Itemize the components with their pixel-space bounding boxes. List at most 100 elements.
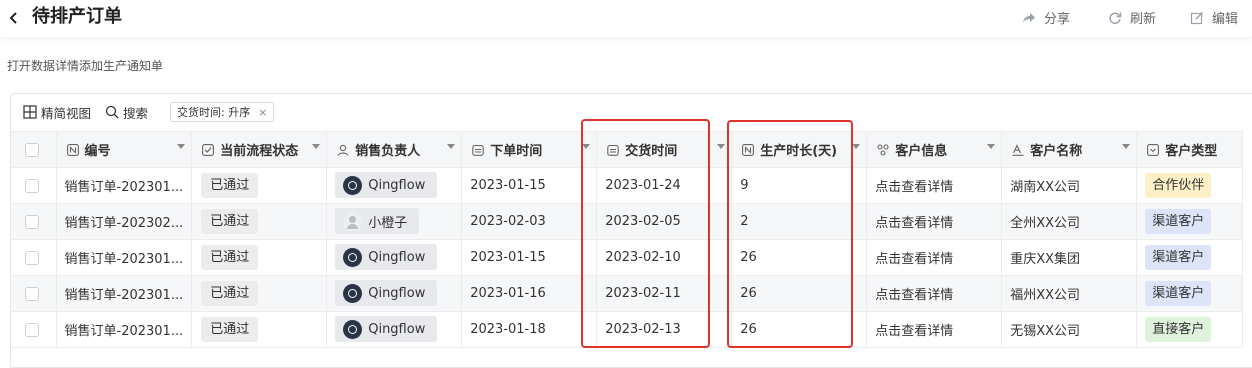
order-date: 2023-01-15	[470, 178, 546, 193]
row-checkbox[interactable]	[25, 250, 39, 265]
customer-name: 湖南XX公司	[1010, 180, 1081, 195]
order-id: 销售订单-202302...	[64, 216, 184, 231]
cell-customer-info: 点击查看详情	[866, 239, 1003, 276]
owner-chip[interactable]: Qingflow	[335, 244, 438, 271]
col-id-header[interactable]: 编号	[56, 131, 193, 168]
view-details-link[interactable]: 点击查看详情	[875, 216, 953, 231]
cell-id[interactable]: 销售订单-202301...	[56, 311, 193, 348]
customer-type-tag: 合作伙伴	[1145, 173, 1212, 198]
status-badge: 已通过	[201, 317, 259, 342]
edit-icon	[1190, 11, 1203, 24]
owner-chip[interactable]: Qingflow	[335, 280, 438, 307]
cell-id[interactable]: 销售订单-202301...	[56, 275, 193, 312]
header-cell-content: 交货时间	[607, 140, 726, 159]
production-duration: 26	[740, 286, 757, 301]
owner-name: Qingflow	[368, 177, 426, 193]
row-checkbox[interactable]	[25, 178, 39, 193]
cell-customer-name: 福州XX公司	[1001, 275, 1138, 312]
search-button[interactable]: 搜索	[105, 103, 148, 122]
calendar-icon	[607, 144, 619, 156]
cell-customer-type: 直接客户	[1136, 311, 1244, 348]
delivery-date: 2023-01-24	[605, 178, 681, 193]
table-row[interactable]: 销售订单-202301... 已通过 Qingflow 2023-01-15 2023-…	[11, 167, 1244, 204]
cell-customer-name: 湖南XX公司	[1001, 167, 1138, 204]
col-order-date-header[interactable]: 下单时间	[461, 131, 598, 168]
table-body: 销售订单-202301... 已通过 Qingflow 2023-01-15 2023-…	[11, 167, 1244, 348]
sort-tag-label: 交货时间: 升序	[177, 106, 251, 119]
row-select-cell	[11, 239, 57, 276]
row-checkbox[interactable]	[25, 286, 39, 301]
cell-customer-type: 渠道客户	[1136, 203, 1244, 240]
cell-duration: 26	[731, 239, 868, 276]
sort-dropdown-icon[interactable]	[177, 144, 186, 149]
view-details-link[interactable]: 点击查看详情	[875, 252, 953, 267]
col-delivery-date-header[interactable]: 交货时间	[596, 131, 733, 168]
cell-id[interactable]: 销售订单-202301...	[56, 239, 193, 276]
view-details-link[interactable]: 点击查看详情	[875, 324, 953, 339]
cell-status: 已通过	[191, 239, 328, 276]
order-date: 2023-01-18	[470, 322, 546, 337]
table-row[interactable]: 销售订单-202301... 已通过 Qingflow 2023-01-18 2023-…	[11, 311, 1244, 348]
view-details-link[interactable]: 点击查看详情	[875, 180, 953, 195]
cell-customer-info: 点击查看详情	[866, 311, 1003, 348]
search-icon	[105, 105, 119, 119]
edit-button[interactable]: 编辑	[1190, 8, 1250, 27]
delivery-date: 2023-02-13	[605, 322, 681, 337]
owner-chip[interactable]: 小橙子	[335, 208, 420, 235]
row-checkbox[interactable]	[25, 322, 39, 337]
cell-delivery-date: 2023-02-11	[596, 275, 733, 312]
cell-order-date: 2023-02-03	[461, 203, 598, 240]
header-cell-content: 客户名称	[1012, 140, 1131, 159]
cell-status: 已通过	[191, 311, 328, 348]
sort-dropdown-icon[interactable]	[987, 144, 996, 149]
col-customer-name-header[interactable]: 客户名称	[1001, 131, 1138, 168]
cell-id[interactable]: 销售订单-202301...	[56, 167, 193, 204]
cell-order-date: 2023-01-15	[461, 239, 598, 276]
col-customer-info-header[interactable]: 客户信息	[866, 131, 1003, 168]
col-status-header[interactable]: 当前流程状态	[191, 131, 328, 168]
cell-owner: Qingflow	[326, 167, 463, 204]
search-label: 搜索	[123, 105, 149, 121]
table-row[interactable]: 销售订单-202301... 已通过 Qingflow 2023-01-16 2023-…	[11, 275, 1244, 312]
row-checkbox[interactable]	[25, 214, 39, 229]
production-duration: 2	[740, 214, 749, 229]
share-icon	[1023, 12, 1035, 23]
close-icon[interactable]: ×	[258, 106, 267, 119]
compact-view-button[interactable]: 精简视图	[23, 103, 91, 122]
sort-dropdown-icon[interactable]	[312, 144, 321, 149]
share-button[interactable]: 分享	[1022, 8, 1082, 27]
sort-tag[interactable]: 交货时间: 升序 ×	[170, 102, 275, 122]
table-row[interactable]: 销售订单-202302... 已通过 小橙子 2023-02-03 2023-02-05…	[11, 203, 1244, 240]
owner-name: Qingflow	[368, 321, 426, 337]
customer-name: 福州XX公司	[1010, 288, 1081, 303]
header-label: 编号	[84, 144, 111, 159]
owner-chip[interactable]: Qingflow	[335, 172, 438, 199]
header-cell-content: 客户信息	[877, 140, 996, 159]
sort-dropdown-icon[interactable]	[717, 144, 726, 149]
view-details-link[interactable]: 点击查看详情	[875, 288, 953, 303]
delivery-date: 2023-02-05	[605, 214, 681, 229]
order-id: 销售订单-202301...	[64, 180, 184, 195]
cell-id[interactable]: 销售订单-202302...	[56, 203, 193, 240]
col-owner-header[interactable]: 销售负责人	[326, 131, 463, 168]
select-all-checkbox[interactable]	[25, 142, 39, 157]
number-icon	[742, 143, 755, 156]
sort-dropdown-icon[interactable]	[1122, 144, 1131, 149]
page-description: 打开数据详情添加生产通知单	[7, 59, 164, 73]
header-cell-content: 销售负责人	[337, 140, 456, 159]
header-cell-content: 下单时间	[472, 140, 591, 159]
refresh-icon	[1109, 12, 1122, 24]
back-arrow-icon[interactable]	[8, 11, 20, 25]
cell-customer-type: 渠道客户	[1136, 275, 1244, 312]
cell-order-date: 2023-01-16	[461, 275, 598, 312]
table-row[interactable]: 销售订单-202301... 已通过 Qingflow 2023-01-15 2023-…	[11, 239, 1244, 276]
cell-delivery-date: 2023-02-05	[596, 203, 733, 240]
refresh-button[interactable]: 刷新	[1108, 8, 1168, 27]
sort-dropdown-icon[interactable]	[582, 144, 591, 149]
avatar	[343, 319, 363, 339]
sort-dropdown-icon[interactable]	[447, 144, 456, 149]
col-customer-type-header[interactable]: 客户类型	[1136, 131, 1244, 168]
sort-dropdown-icon[interactable]	[852, 144, 861, 149]
col-duration-header[interactable]: 生产时长(天)	[731, 131, 868, 168]
owner-chip[interactable]: Qingflow	[335, 316, 438, 343]
